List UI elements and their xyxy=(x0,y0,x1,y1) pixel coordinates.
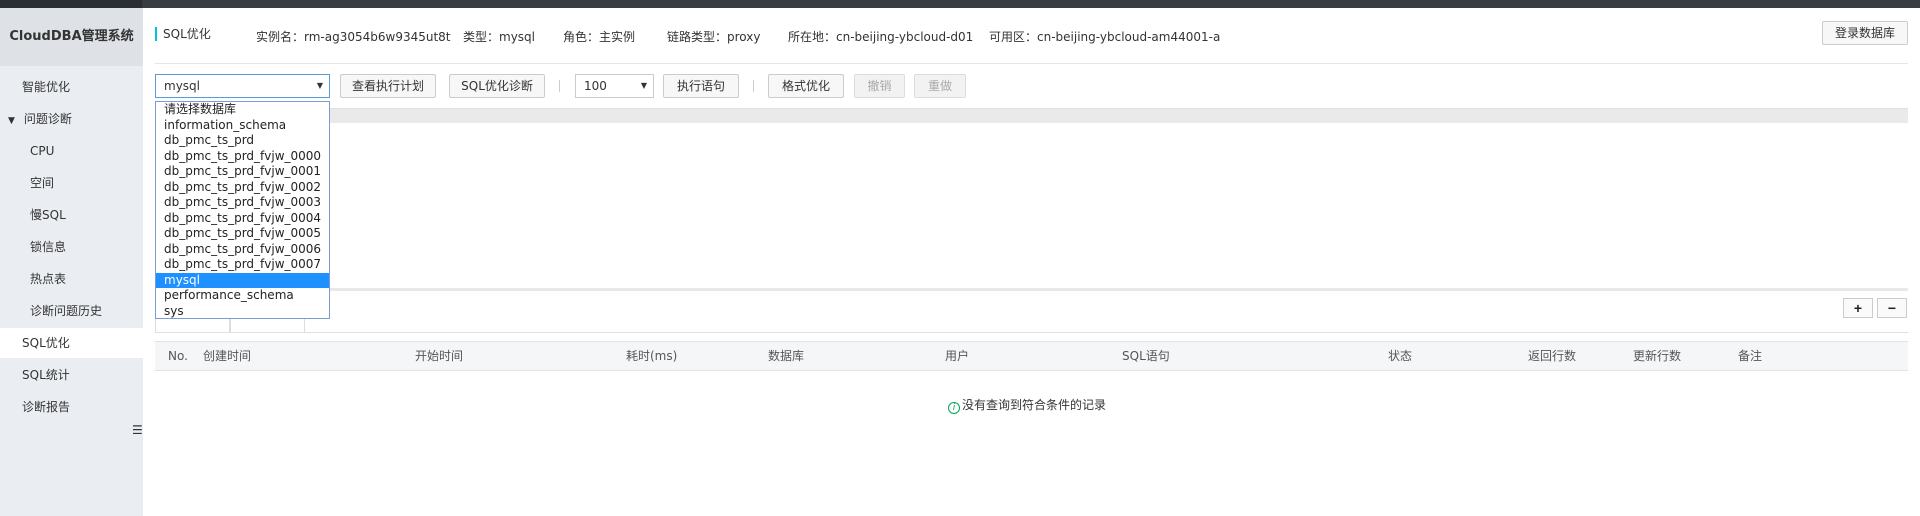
page-header: SQL优化 实例名：rm-ag3054b6w9345ut8t 类型：mysql … xyxy=(143,8,1920,63)
empty-message: i 没有查询到符合条件的记录 xyxy=(948,396,1106,414)
sidebar-item-label: 问题诊断 xyxy=(23,112,72,126)
dropdown-option[interactable]: db_pmc_ts_prd_fvjw_0002 xyxy=(156,180,329,196)
database-dropdown-list: 请选择数据库 information_schema db_pmc_ts_prd db_… xyxy=(155,101,330,319)
empty-text: 没有查询到符合条件的记录 xyxy=(962,398,1107,412)
sidebar-item-cpu[interactable]: CPU xyxy=(0,136,143,166)
sidebar-item-diagnosis-report[interactable]: 诊断报告 xyxy=(0,392,143,422)
sidebar-group-diagnosis[interactable]: ▼ 问题诊断 xyxy=(0,104,143,134)
editor-gutter xyxy=(155,109,1908,123)
dropdown-option[interactable]: information_schema xyxy=(156,118,329,134)
column-header: 开始时间 xyxy=(415,349,464,363)
explain-plan-button[interactable]: 查看执行计划 xyxy=(340,74,436,98)
dropdown-option[interactable]: db_pmc_ts_prd_fvjw_0007 xyxy=(156,257,329,273)
sidebar-item-label: SQL优化 xyxy=(22,336,70,350)
top-bar-segment xyxy=(0,0,142,8)
column-header: 备注 xyxy=(1738,349,1763,363)
dropdown-option[interactable]: mysql xyxy=(156,272,329,288)
link-type: 链路类型：proxy xyxy=(667,30,761,44)
toolbar-separator xyxy=(559,80,560,92)
sidebar-item-hot-tables[interactable]: 热点表 xyxy=(0,264,143,294)
row-limit-value: 100 xyxy=(584,79,607,93)
undo-button[interactable]: 撤销 xyxy=(854,74,905,98)
instance-name: 实例名：rm-ag3054b6w9345ut8t xyxy=(256,30,451,44)
instance-role: 角色：主实例 xyxy=(563,30,636,44)
column-header: 更新行数 xyxy=(1633,349,1682,363)
sidebar-item-label: SQL统计 xyxy=(22,368,70,382)
sidebar-item-sql-optimize[interactable]: SQL优化 xyxy=(0,328,143,358)
sidebar-item-label: 诊断报告 xyxy=(22,400,71,414)
dropdown-arrow-icon: ▼ xyxy=(640,81,647,90)
header-divider xyxy=(155,63,1908,64)
top-bar xyxy=(0,0,1920,8)
login-database-button[interactable]: 登录数据库 xyxy=(1822,21,1908,45)
tabs-divider xyxy=(155,332,1908,333)
column-header: 数据库 xyxy=(768,349,805,363)
editor-resize-bar[interactable] xyxy=(155,288,1908,291)
dropdown-option[interactable]: db_pmc_ts_prd xyxy=(156,133,329,149)
sidebar-item-smart-optimize[interactable]: 智能优化 xyxy=(0,72,143,102)
result-table-header: No. 创建时间 开始时间 耗时(ms) 数据库 用户 SQL语句 状态 返回行… xyxy=(155,341,1908,371)
caret-down-icon: ▼ xyxy=(8,116,15,126)
sidebar: CloudDBA管理系统 智能优化 ▼ 问题诊断 CPU 空间 慢SQL 锁信息 … xyxy=(0,8,143,516)
column-header: 创建时间 xyxy=(203,349,252,363)
dropdown-option[interactable]: db_pmc_ts_prd_fvjw_0006 xyxy=(156,242,329,258)
dropdown-option[interactable]: db_pmc_ts_prd_fvjw_0003 xyxy=(156,195,329,211)
remove-button[interactable]: − xyxy=(1877,298,1907,318)
sidebar-item-label: 空间 xyxy=(30,176,55,190)
column-header: 返回行数 xyxy=(1528,349,1577,363)
dropdown-option[interactable]: db_pmc_ts_prd_fvjw_0004 xyxy=(156,211,329,227)
sql-diagnose-button[interactable]: SQL优化诊断 xyxy=(449,74,545,98)
sidebar-item-label: 智能优化 xyxy=(22,80,71,94)
sidebar-item-label: 慢SQL xyxy=(30,208,66,222)
dropdown-arrow-icon: ▼ xyxy=(316,81,323,90)
sidebar-item-space[interactable]: 空间 xyxy=(0,168,143,198)
sidebar-item-lock-info[interactable]: 锁信息 xyxy=(0,232,143,262)
dropdown-option[interactable]: performance_schema xyxy=(156,288,329,304)
dropdown-option[interactable]: db_pmc_ts_prd_fvjw_0005 xyxy=(156,226,329,242)
sidebar-item-label: 热点表 xyxy=(30,272,67,286)
dropdown-option[interactable]: db_pmc_ts_prd_fvjw_0000 xyxy=(156,149,329,165)
location: 所在地：cn-beijing-ybcloud-d01 xyxy=(788,30,974,44)
column-header: 状态 xyxy=(1388,349,1413,363)
sql-editor[interactable] xyxy=(155,108,1908,288)
database-select[interactable]: mysql ▼ xyxy=(155,74,330,98)
db-type: 类型：mysql xyxy=(463,30,535,44)
app-title: CloudDBA管理系统 xyxy=(0,8,143,66)
sidebar-item-slow-sql[interactable]: 慢SQL xyxy=(0,200,143,230)
execute-button[interactable]: 执行语句 xyxy=(663,74,739,98)
dropdown-option[interactable]: 请选择数据库 xyxy=(156,102,329,118)
sidebar-item-diagnosis-history[interactable]: 诊断问题历史 xyxy=(0,296,143,326)
menu-collapse-icon[interactable]: ☰ xyxy=(132,418,144,442)
column-header: 用户 xyxy=(945,349,970,363)
column-header: SQL语句 xyxy=(1122,349,1170,363)
sidebar-item-label: CPU xyxy=(30,144,55,158)
redo-button[interactable]: 重做 xyxy=(914,74,966,98)
sidebar-item-sql-stats[interactable]: SQL统计 xyxy=(0,360,143,390)
dropdown-option[interactable]: sys xyxy=(156,304,329,320)
column-header: 耗时(ms) xyxy=(626,349,678,363)
sidebar-item-label: 锁信息 xyxy=(30,240,67,254)
toolbar-separator xyxy=(753,80,754,92)
row-limit-select[interactable]: 100 ▼ xyxy=(575,74,654,98)
column-header: No. xyxy=(168,349,188,363)
page-title: SQL优化 xyxy=(155,27,211,41)
format-button[interactable]: 格式优化 xyxy=(768,74,844,98)
availability-zone: 可用区：cn-beijing-ybcloud-am44001-a xyxy=(989,30,1221,44)
sidebar-item-label: 诊断问题历史 xyxy=(30,304,103,318)
info-icon: i xyxy=(948,402,960,414)
add-button[interactable]: + xyxy=(1843,298,1873,318)
dropdown-option[interactable]: db_pmc_ts_prd_fvjw_0001 xyxy=(156,164,329,180)
database-select-value: mysql xyxy=(164,79,200,93)
